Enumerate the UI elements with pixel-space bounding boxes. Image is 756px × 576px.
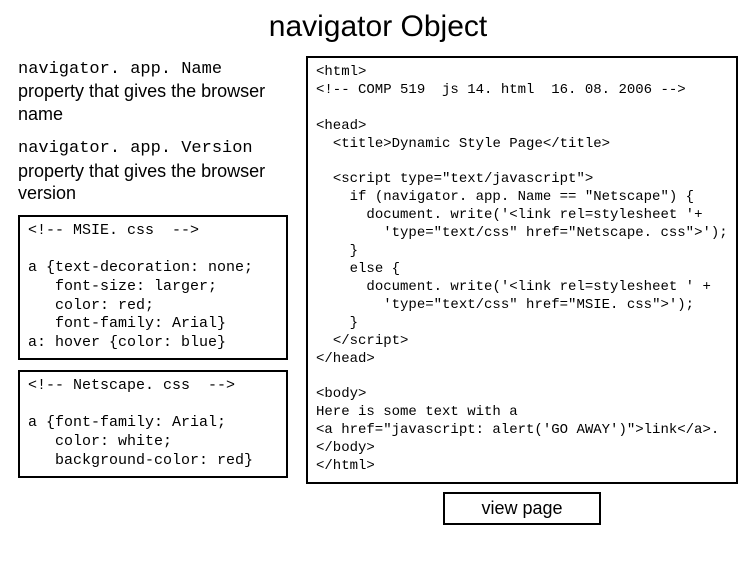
slide: navigator Object navigator. app. Name pr… [0, 0, 756, 576]
prop2-block: navigator. app. Version property that gi… [18, 135, 288, 204]
page-title: navigator Object [0, 0, 756, 44]
view-button-wrap: view page [306, 492, 738, 525]
left-column: navigator. app. Name property that gives… [18, 56, 288, 525]
css-box-netscape: <!-- Netscape. css --> a {font-family: A… [18, 370, 288, 478]
css-box-msie: <!-- MSIE. css --> a {text-decoration: n… [18, 215, 288, 360]
prop2-name: navigator. app. Version [18, 139, 253, 158]
right-column: <html> <!-- COMP 519 js 14. html 16. 08.… [306, 56, 738, 525]
prop1-name: navigator. app. Name [18, 60, 222, 79]
view-page-button[interactable]: view page [443, 492, 600, 525]
prop1-block: navigator. app. Name property that gives… [18, 56, 288, 125]
content-row: navigator. app. Name property that gives… [0, 56, 756, 525]
html-code-box: <html> <!-- COMP 519 js 14. html 16. 08.… [306, 56, 738, 484]
prop2-desc: property that gives the browser version [18, 161, 265, 204]
prop1-desc: property that gives the browser name [18, 81, 265, 124]
